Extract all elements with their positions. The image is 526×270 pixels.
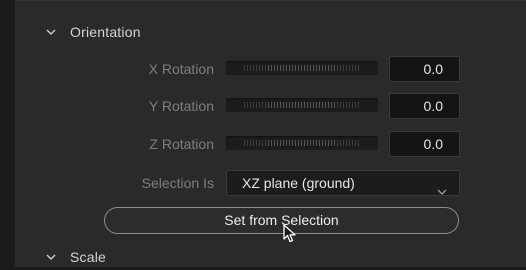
slider-tick-marks [244, 65, 360, 71]
x-rotation-row: X Rotation 0.0 [0, 56, 526, 82]
chevron-down-icon [46, 252, 56, 262]
z-rotation-input[interactable]: 0.0 [389, 131, 460, 157]
z-rotation-slider[interactable] [226, 136, 378, 150]
scale-section-title: Scale [70, 249, 107, 265]
selection-is-value: XZ plane (ground) [242, 175, 355, 191]
x-rotation-input[interactable]: 0.0 [389, 56, 460, 82]
y-rotation-row: Y Rotation 0.0 [0, 93, 526, 119]
selection-is-row: Selection Is XZ plane (ground) [0, 170, 526, 196]
set-from-selection-button[interactable]: Set from Selection [104, 207, 459, 234]
z-rotation-label: Z Rotation [149, 136, 214, 152]
slider-tick-marks [244, 102, 360, 108]
app-frame: Orientation X Rotation 0.0 Y Rotation 0.… [0, 0, 526, 267]
selection-is-dropdown[interactable]: XZ plane (ground) [226, 170, 460, 196]
x-rotation-label: X Rotation [148, 61, 214, 77]
chevron-down-icon [437, 179, 447, 195]
chevron-down-icon [46, 27, 56, 37]
y-rotation-label: Y Rotation [148, 98, 214, 114]
y-rotation-input[interactable]: 0.0 [389, 93, 460, 119]
z-rotation-row: Z Rotation 0.0 [0, 131, 526, 157]
selection-is-label: Selection Is [141, 175, 214, 191]
orientation-section-title: Orientation [70, 24, 141, 40]
x-rotation-slider[interactable] [226, 61, 378, 75]
scale-section-header[interactable]: Scale [46, 244, 106, 270]
slider-tick-marks [244, 140, 360, 146]
y-rotation-slider[interactable] [226, 98, 378, 112]
orientation-section-header[interactable]: Orientation [46, 19, 141, 45]
mouse-pointer-icon [283, 224, 299, 244]
